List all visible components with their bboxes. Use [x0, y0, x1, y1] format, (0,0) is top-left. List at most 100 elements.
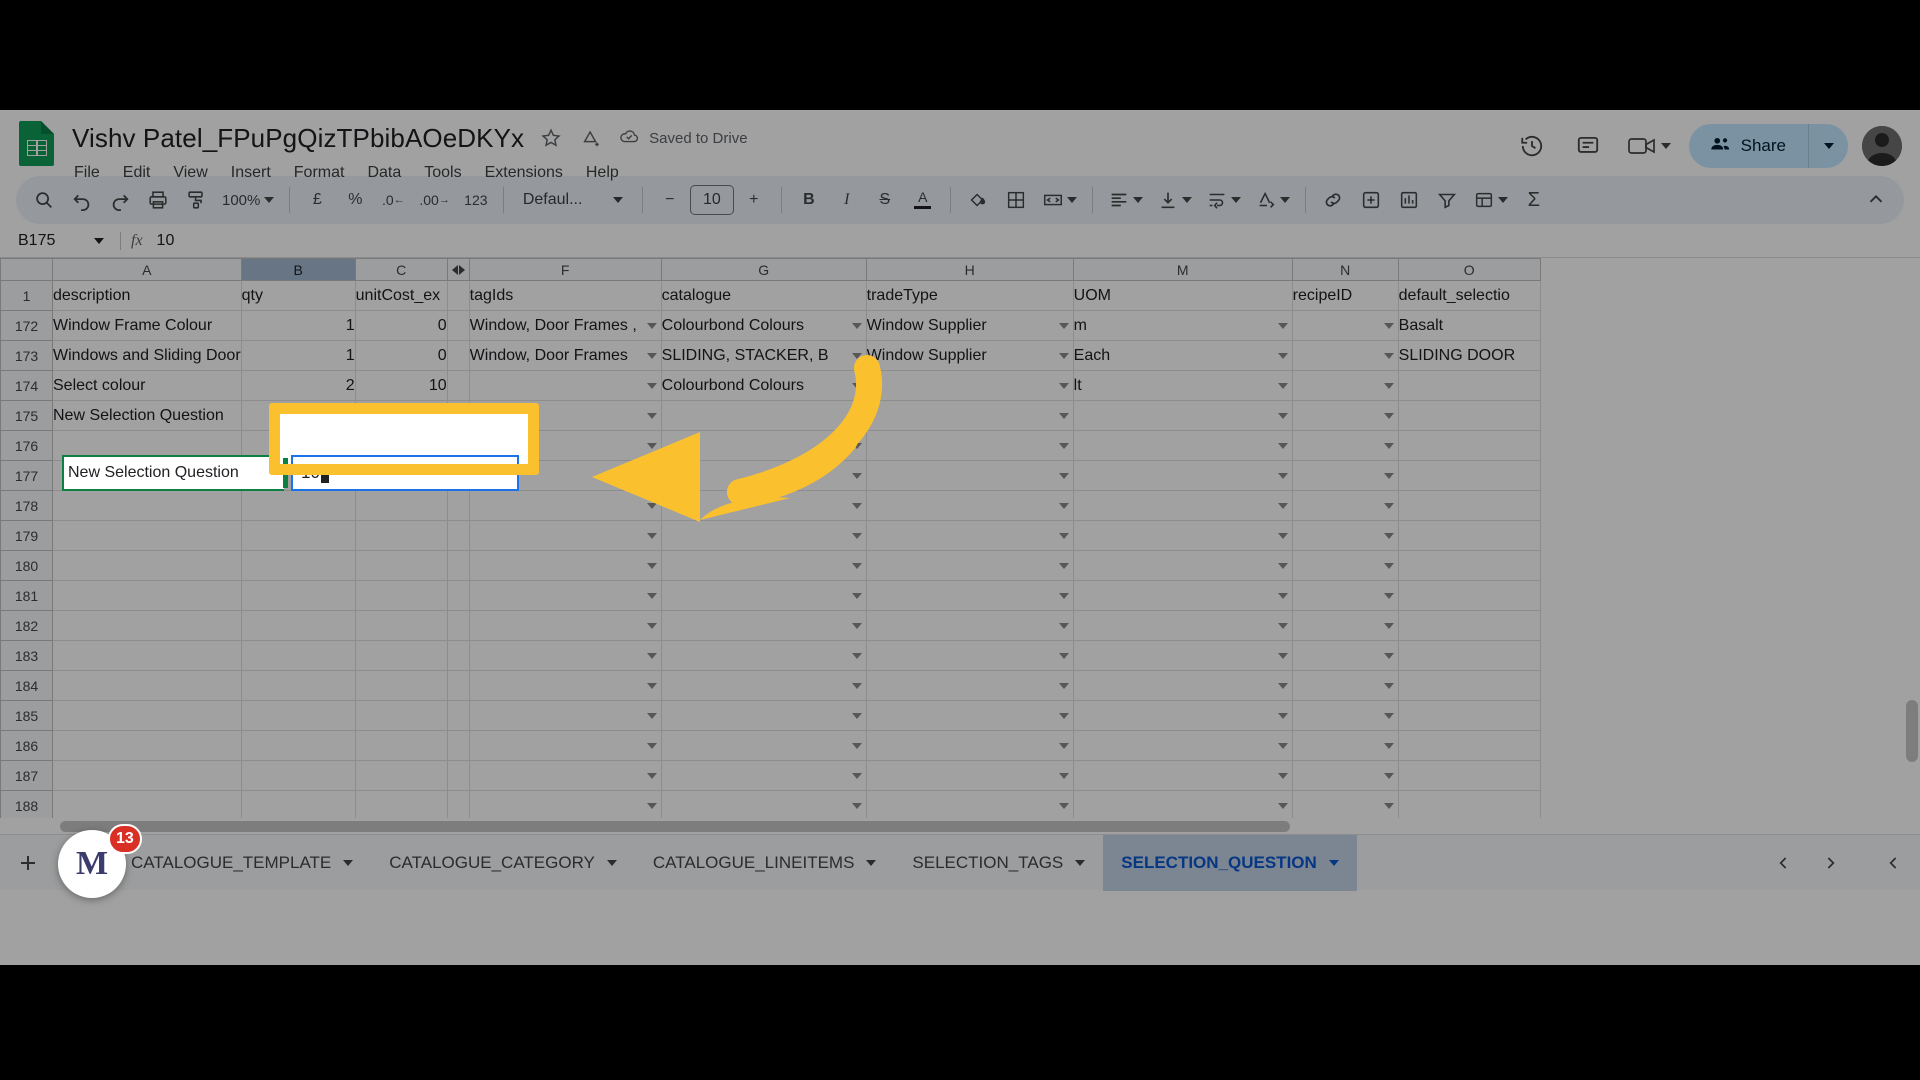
grid-cell[interactable] — [1072, 730, 1293, 761]
column-header-H[interactable]: H — [865, 258, 1074, 281]
row-header[interactable]: 178 — [0, 490, 53, 521]
grid-cell[interactable] — [468, 550, 662, 581]
grid-cell[interactable] — [1072, 550, 1293, 581]
menu-item-data[interactable]: Data — [358, 161, 410, 185]
menu-item-insert[interactable]: Insert — [222, 161, 280, 185]
grid-cell[interactable] — [865, 370, 1074, 401]
grid-cell[interactable] — [1072, 460, 1293, 491]
cell-dropdown-icon[interactable] — [851, 682, 862, 689]
menu-item-file[interactable]: File — [65, 161, 109, 185]
grid-cell[interactable]: default_selectio — [1397, 280, 1541, 311]
cell-dropdown-icon[interactable] — [646, 502, 657, 509]
grid-cell[interactable]: tradeType — [865, 280, 1074, 311]
grid-cell[interactable] — [468, 520, 662, 551]
hidden-columns-indicator[interactable] — [446, 258, 470, 281]
cell-dropdown-icon[interactable] — [1383, 322, 1394, 329]
row-header[interactable]: 187 — [0, 760, 53, 791]
grid-cell[interactable] — [446, 580, 470, 611]
sheet-tab-menu-icon[interactable] — [606, 859, 617, 866]
next-sheet-button[interactable] — [1810, 843, 1850, 883]
grid-cell[interactable] — [660, 670, 867, 701]
share-dropdown-icon[interactable] — [1808, 124, 1848, 168]
grid-cell[interactable] — [1291, 760, 1399, 791]
row-header[interactable]: 183 — [0, 640, 53, 671]
cell-dropdown-icon[interactable] — [1058, 502, 1069, 509]
cell-dropdown-icon[interactable] — [1383, 712, 1394, 719]
grid-cell[interactable] — [354, 610, 448, 641]
cell-dropdown-icon[interactable] — [646, 532, 657, 539]
cell-dropdown-icon[interactable] — [1277, 652, 1288, 659]
grid-cell[interactable] — [1072, 670, 1293, 701]
grid-cell[interactable] — [240, 610, 356, 641]
grid-cell[interactable] — [865, 760, 1074, 791]
row-header[interactable]: 173 — [0, 340, 53, 371]
grid-cell[interactable] — [1291, 610, 1399, 641]
cell-dropdown-icon[interactable] — [1383, 502, 1394, 509]
horizontal-scroll-thumb[interactable] — [60, 821, 1290, 832]
cell-dropdown-icon[interactable] — [646, 472, 657, 479]
grid-cell[interactable] — [1291, 790, 1399, 818]
cell-dropdown-icon[interactable] — [646, 712, 657, 719]
grid-cell[interactable] — [1397, 490, 1541, 521]
grid-cell[interactable] — [354, 400, 448, 431]
cell-dropdown-icon[interactable] — [1058, 442, 1069, 449]
grid-cell[interactable] — [354, 760, 448, 791]
grid-cell[interactable] — [354, 520, 448, 551]
grid-cell[interactable] — [468, 460, 662, 491]
grid-cell[interactable] — [446, 400, 470, 431]
menu-item-help[interactable]: Help — [577, 161, 628, 185]
grid-cell[interactable] — [1397, 610, 1541, 641]
cell-dropdown-icon[interactable] — [646, 622, 657, 629]
cell-dropdown-icon[interactable] — [1383, 382, 1394, 389]
add-sheet-button[interactable] — [6, 841, 50, 885]
grid-cell[interactable] — [660, 520, 867, 551]
grid-cell[interactable] — [52, 610, 242, 641]
cell-dropdown-icon[interactable] — [646, 652, 657, 659]
row-header[interactable]: 182 — [0, 610, 53, 641]
grid-cell[interactable] — [1397, 700, 1541, 731]
cell-dropdown-icon[interactable] — [646, 592, 657, 599]
grid-cell[interactable] — [865, 490, 1074, 521]
grid-cell[interactable] — [660, 640, 867, 671]
cell-dropdown-icon[interactable] — [1277, 682, 1288, 689]
cell-dropdown-icon[interactable] — [1383, 472, 1394, 479]
row-header[interactable]: 185 — [0, 700, 53, 731]
grid-cell[interactable] — [1072, 520, 1293, 551]
cell-dropdown-icon[interactable] — [851, 802, 862, 809]
grid-cell[interactable]: Window Supplier — [865, 340, 1074, 371]
grid-cell[interactable] — [240, 400, 356, 431]
grid-cell[interactable] — [660, 490, 867, 521]
grid-cell[interactable] — [446, 280, 470, 311]
column-header-F[interactable]: F — [468, 258, 662, 281]
grid-cell[interactable] — [1072, 640, 1293, 671]
row-header[interactable]: 174 — [0, 370, 53, 401]
cell-dropdown-icon[interactable] — [1277, 802, 1288, 809]
cell-dropdown-icon[interactable] — [1383, 742, 1394, 749]
grid-cell[interactable] — [468, 700, 662, 731]
grid-cell[interactable]: Each — [1072, 340, 1293, 371]
grid-cell[interactable] — [52, 670, 242, 701]
grid-cell[interactable] — [1072, 610, 1293, 641]
cell-dropdown-icon[interactable] — [1058, 712, 1069, 719]
comment-icon[interactable] — [1567, 125, 1609, 167]
cell-dropdown-icon[interactable] — [1277, 622, 1288, 629]
grid-cell[interactable] — [660, 730, 867, 761]
grid-cell[interactable] — [468, 490, 662, 521]
cell-dropdown-icon[interactable] — [1058, 622, 1069, 629]
cell-dropdown-icon[interactable] — [1277, 532, 1288, 539]
formula-input[interactable]: 10 — [157, 232, 175, 250]
cell-dropdown-icon[interactable] — [646, 382, 657, 389]
grid-cell[interactable] — [52, 430, 242, 461]
grid-cell[interactable] — [52, 640, 242, 671]
cell-dropdown-icon[interactable] — [1058, 412, 1069, 419]
grid-cell[interactable] — [446, 700, 470, 731]
grid-cell[interactable] — [1397, 640, 1541, 671]
row-header[interactable]: 175 — [0, 400, 53, 431]
cell-dropdown-icon[interactable] — [1277, 472, 1288, 479]
grid-cell[interactable] — [865, 730, 1074, 761]
grid-cell[interactable] — [1291, 490, 1399, 521]
grid-cell[interactable] — [1291, 460, 1399, 491]
grid-cell[interactable] — [240, 760, 356, 791]
grid-cell[interactable] — [240, 640, 356, 671]
grid-cell[interactable]: m — [1072, 310, 1293, 341]
